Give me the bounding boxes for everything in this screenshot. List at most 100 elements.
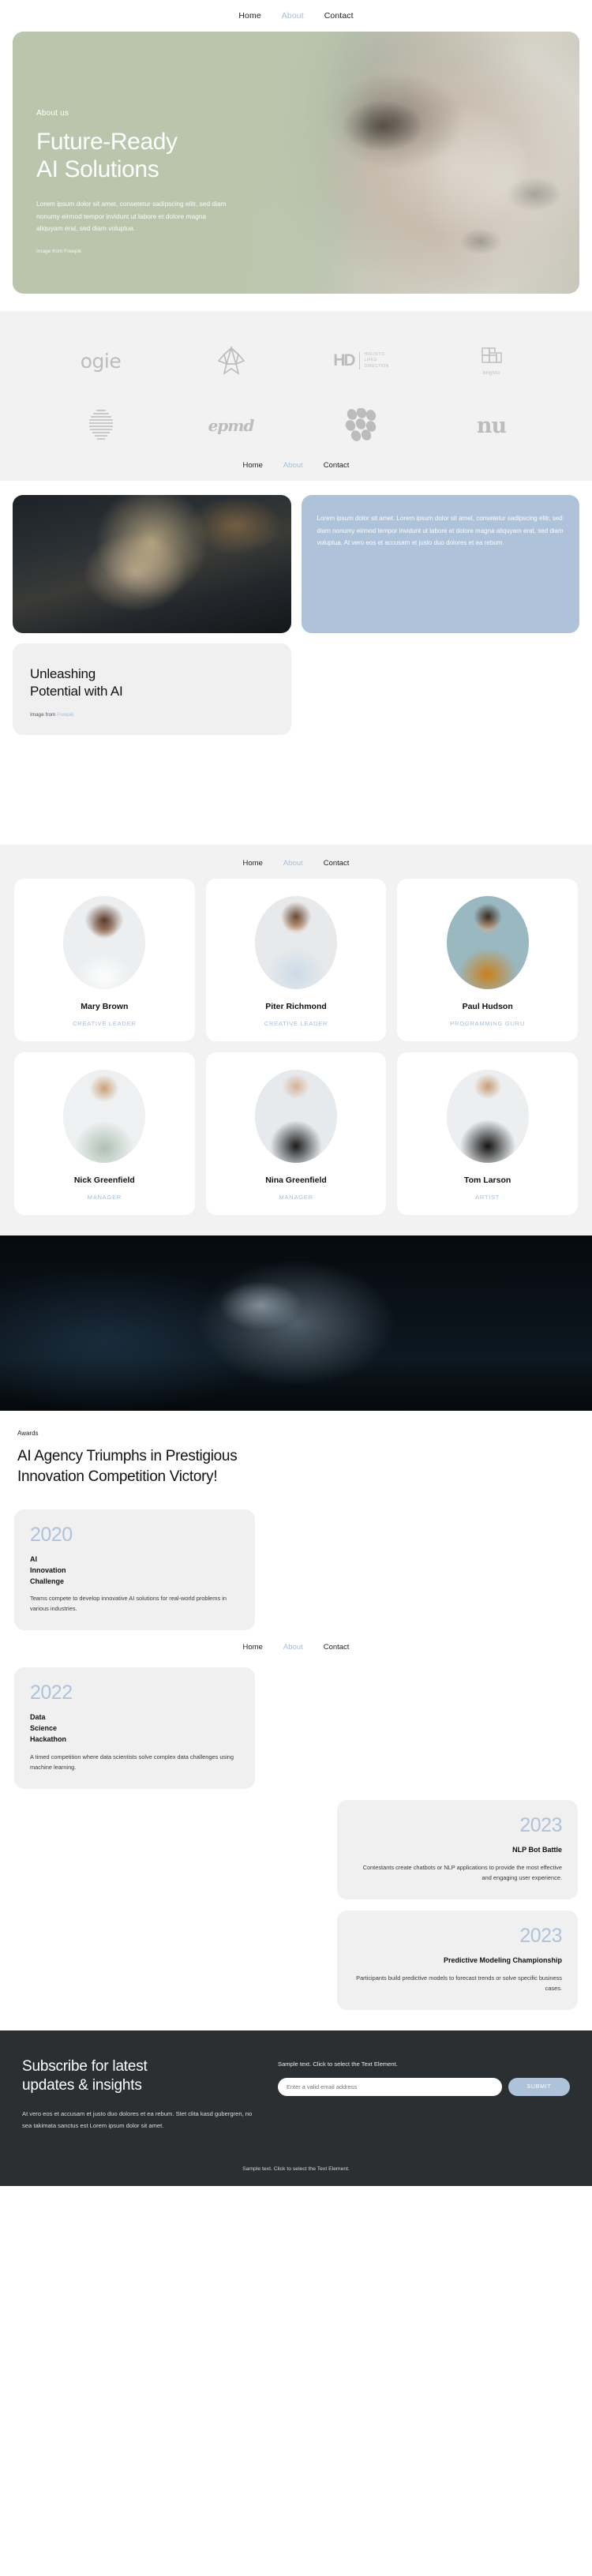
timeline-title: NLP Bot Battle	[512, 1846, 562, 1854]
logo-hd-divider	[358, 352, 360, 369]
awards-section: Awards AI Agency Triumphs in Prestigious…	[0, 1411, 592, 1509]
logo-brighto: brighto	[479, 343, 504, 379]
submit-button[interactable]: SUBMIT	[508, 2077, 570, 2096]
nav-item-contact[interactable]: Contact	[324, 11, 354, 21]
footer-paragraph: At vero eos et accusam et justo duo dolo…	[22, 2110, 253, 2129]
timeline-year: 2020	[30, 1523, 73, 1546]
hero-image-credit: Image from Freepik	[36, 248, 82, 254]
timeline-title: Predictive Modeling Championship	[443, 1955, 562, 1964]
team-section: Home About Contact Mary Brown CREATIVE L…	[0, 845, 592, 1236]
timeline-navigation: Home About Contact	[14, 1643, 578, 1652]
showcase-left-column: Unleashing Potential with AI Image from …	[13, 495, 291, 827]
footer-heading-line-1: Subscribe for latest	[22, 2057, 148, 2075]
hero-paragraph: Lorem ipsum dolor sit amet, consetetur s…	[36, 200, 227, 233]
showcase-card-title-line-2: Potential with AI	[30, 684, 123, 699]
avatar	[63, 1070, 146, 1163]
team-member-name: Mary Brown	[81, 1002, 129, 1011]
avatar	[254, 896, 337, 989]
team-member-role: PROGRAMMING GURU	[450, 1020, 526, 1027]
footer-heading: Subscribe for latest updates & insights	[22, 2057, 259, 2096]
footer-row: Subscribe for latest updates & insights …	[22, 2057, 570, 2132]
footer-bottom-text: Sample text. Click to select the Text El…	[242, 2166, 350, 2172]
showcase-blue-text-card: Lorem ipsum dolor sit amet. Lorem ipsum …	[301, 495, 579, 633]
hero-banner: About us Future-Ready AI Solutions Lorem…	[13, 32, 579, 294]
footer-right: Sample text. Click to select the Text El…	[278, 2057, 570, 2096]
timeline-title: Data Science Hackathon	[30, 1713, 67, 1744]
logos-section: ogie HD HOLISTIC LIFES DIRECTION brighto…	[0, 311, 592, 481]
showcase-credit-link[interactable]: Freepik	[57, 712, 73, 718]
team-member-card[interactable]: Paul Hudson PROGRAMMING GURU	[397, 879, 578, 1041]
awards-heading-line-1: AI Agency Triumphs in Prestigious	[17, 1448, 238, 1464]
logo-holistic-lifes-direction: HD HOLISTIC LIFES DIRECTION	[333, 343, 388, 379]
timeline-nav-contact[interactable]: Contact	[324, 1643, 350, 1652]
timeline-title: AI Innovation Challenge	[30, 1554, 66, 1585]
footer-heading-line-2: updates & insights	[22, 2077, 142, 2094]
team-grid: Mary Brown CREATIVE LEADER Piter Richmon…	[0, 879, 592, 1215]
timeline-card: 2023 Predictive Modeling Championship Pa…	[337, 1910, 578, 2010]
timeline-card: 2020 AI Innovation Challenge Teams compe…	[14, 1509, 255, 1631]
logo-striped-sphere-icon	[86, 407, 116, 444]
subscribe-form: SUBMIT	[278, 2077, 570, 2096]
team-member-name: Paul Hudson	[462, 1002, 513, 1011]
footer-sample-text: Sample text. Click to select the Text El…	[278, 2060, 398, 2068]
team-nav-home[interactable]: Home	[243, 859, 263, 868]
logo-hd-subtext: HOLISTIC LIFES DIRECTION	[365, 352, 389, 370]
timeline-card: 2023 NLP Bot Battle Contestants create c…	[337, 1800, 578, 1899]
hero-title: Future-Ready AI Solutions	[36, 128, 265, 183]
logos-navigation: Home About Contact	[0, 461, 592, 470]
email-input[interactable]	[278, 2077, 502, 2096]
team-member-card[interactable]: Piter Richmond CREATIVE LEADER	[205, 879, 387, 1041]
logo-ogie: ogie	[80, 349, 122, 373]
awards-heading-line-2: Innovation Competition Victory!	[17, 1468, 218, 1485]
logo-hd-sub2: LIFES	[364, 358, 377, 363]
logos-nav-contact[interactable]: Contact	[324, 461, 350, 470]
team-nav-about[interactable]: About	[283, 859, 303, 868]
brighto-blocks-icon	[481, 347, 502, 363]
team-member-role: CREATIVE LEADER	[264, 1020, 328, 1027]
timeline-nav-about[interactable]: About	[283, 1643, 303, 1652]
showcase-credit-prefix: Image from	[30, 711, 58, 718]
team-nav-contact[interactable]: Contact	[324, 859, 350, 868]
avatar	[446, 1070, 529, 1163]
timeline-year: 2022	[30, 1682, 73, 1704]
timeline-year: 2023	[519, 1924, 562, 1947]
team-member-role: MANAGER	[279, 1194, 313, 1201]
showcase-image-robot-portrait	[302, 643, 580, 827]
hero-content: About us Future-Ready AI Solutions Lorem…	[36, 109, 265, 254]
footer: Subscribe for latest updates & insights …	[0, 2030, 592, 2186]
logo-hd-mark: HD	[333, 351, 355, 369]
nav-item-home[interactable]: Home	[238, 11, 260, 21]
team-member-card[interactable]: Nick Greenfield MANAGER	[14, 1052, 195, 1215]
hero-section: About us Future-Ready AI Solutions Lorem…	[0, 32, 592, 311]
team-member-role: MANAGER	[87, 1194, 122, 1201]
timeline-description: A timed competition where data scientist…	[30, 1753, 234, 1772]
showcase-image-robot-workshop	[13, 495, 291, 633]
logo-hd-sub1: HOLISTIC	[364, 351, 385, 357]
timeline-nav-home[interactable]: Home	[243, 1643, 263, 1652]
team-member-name: Tom Larson	[464, 1176, 511, 1185]
team-member-role: CREATIVE LEADER	[73, 1020, 137, 1027]
timeline-description: Contestants create chatbots or NLP appli…	[362, 1864, 562, 1881]
footer-left: Subscribe for latest updates & insights …	[22, 2057, 259, 2132]
showcase-text-card: Unleashing Potential with AI Image from …	[13, 643, 291, 735]
hero-eyebrow: About us	[36, 109, 69, 118]
timeline-description: Teams compete to develop innovative AI s…	[30, 1595, 227, 1613]
nav-item-about[interactable]: About	[282, 11, 304, 21]
team-member-card[interactable]: Mary Brown CREATIVE LEADER	[14, 879, 195, 1041]
team-member-name: Nina Greenfield	[265, 1176, 327, 1185]
timeline-description: Participants build predictive models to …	[356, 1974, 562, 1992]
logos-nav-about[interactable]: About	[283, 461, 303, 470]
awards-timeline: 2020 AI Innovation Challenge Teams compe…	[0, 1509, 592, 2030]
team-member-card[interactable]: Nina Greenfield MANAGER	[205, 1052, 387, 1215]
logo-grid: ogie HD HOLISTIC LIFES DIRECTION brighto…	[36, 343, 556, 444]
team-member-name: Nick Greenfield	[73, 1176, 135, 1185]
logo-hd-sub3: DIRECTION	[364, 363, 389, 369]
avatar	[254, 1070, 337, 1163]
logo-flower-mark-icon	[214, 343, 249, 379]
timeline-year: 2023	[519, 1814, 562, 1837]
team-member-role: ARTIST	[475, 1194, 500, 1201]
top-navigation: Home About Contact	[0, 0, 592, 32]
logos-nav-home[interactable]: Home	[243, 461, 263, 470]
team-member-card[interactable]: Tom Larson ARTIST	[397, 1052, 578, 1215]
showcase-card-credit: Image from Freepik	[30, 712, 274, 718]
